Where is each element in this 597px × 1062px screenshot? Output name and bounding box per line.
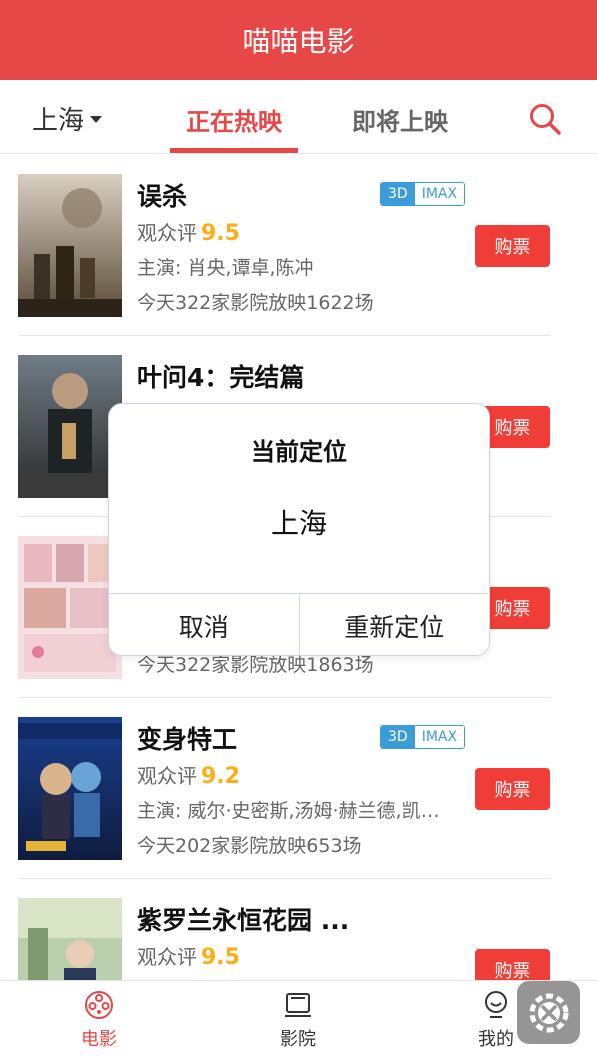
top-nav: 上海 正在热映 即将上映 [0,80,597,154]
movie-actors: 主演: 威尔·史密斯,汤姆·赫兰德,凯伦·吉兰 [137,800,457,822]
format-badge: 3D IMAX [380,182,466,206]
movie-title: 变身特工 [137,725,238,754]
caret-down-icon [90,116,103,123]
movie-item[interactable]: 变身特工 3D IMAX 观众评 9.2 主演: 威尔·史密斯,汤姆·赫兰德,凯伦… [18,698,551,879]
active-tab-indicator [170,148,298,153]
movie-showings: 今天202家影院放映653场 [137,835,362,857]
buy-ticket-button[interactable]: 购票 [475,768,550,810]
audience-score: 观众评 9.5 [137,945,240,970]
city-label: 上海 [32,106,85,136]
tabbar-label: 电影 [81,1029,117,1050]
floating-tools-button[interactable] [517,981,580,1044]
cinema-screen-icon [285,993,311,1017]
movie-poster[interactable] [18,717,122,860]
buy-ticket-button[interactable]: 购票 [475,949,550,980]
tabbar-item-movie[interactable]: 电影 [59,989,139,1051]
movie-item[interactable]: 紫罗兰永恒花园 ... 观众评 9.5 购票 [18,879,551,980]
format-badge: 3D IMAX [380,725,466,749]
dialog-city: 上海 [270,507,327,540]
city-selector[interactable]: 上海 [32,100,103,137]
movie-poster[interactable] [18,536,122,679]
tabbar-item-cinema[interactable]: 影院 [258,989,338,1051]
relocate-button[interactable]: 重新定位 [298,594,490,655]
movie-poster[interactable] [18,355,122,498]
bottom-tab-bar: 电影 影院 我的 [0,980,597,1062]
tab-coming-soon[interactable]: 即将上映 [352,102,448,137]
audience-score: 观众评 9.5 [137,221,240,246]
movie-title: 误杀 [137,182,188,211]
app-title: 喵喵电影 [242,25,355,58]
location-dialog: 当前定位 上海 取消 重新定位 [108,403,490,656]
dialog-actions: 取消 重新定位 [109,593,490,655]
audience-score: 观众评 9.2 [137,764,240,789]
gear-tools-icon [529,993,568,1032]
buy-ticket-button[interactable]: 购票 [475,225,550,267]
tabbar-label: 影院 [280,1029,316,1050]
search-icon[interactable] [528,102,562,136]
movie-poster[interactable] [18,898,122,980]
movie-showings: 今天322家影院放映1622场 [137,292,374,314]
dialog-title: 当前定位 [251,438,347,466]
movie-title: 紫罗兰永恒花园 ... [137,906,350,935]
movie-poster[interactable] [18,174,122,317]
user-icon [485,991,507,1018]
app-header: 喵喵电影 [0,0,597,80]
tabbar-label: 我的 [478,1029,514,1050]
movie-actors: 主演: 肖央,谭卓,陈冲 [137,257,314,279]
movie-title: 叶问4：完结篇 [137,363,305,392]
tab-now-showing[interactable]: 正在热映 [186,102,282,137]
film-reel-icon [85,991,113,1019]
cancel-button[interactable]: 取消 [109,594,299,655]
movie-item[interactable]: 误杀 3D IMAX 观众评 9.5 主演: 肖央,谭卓,陈冲 今天322家影院放… [18,155,551,336]
